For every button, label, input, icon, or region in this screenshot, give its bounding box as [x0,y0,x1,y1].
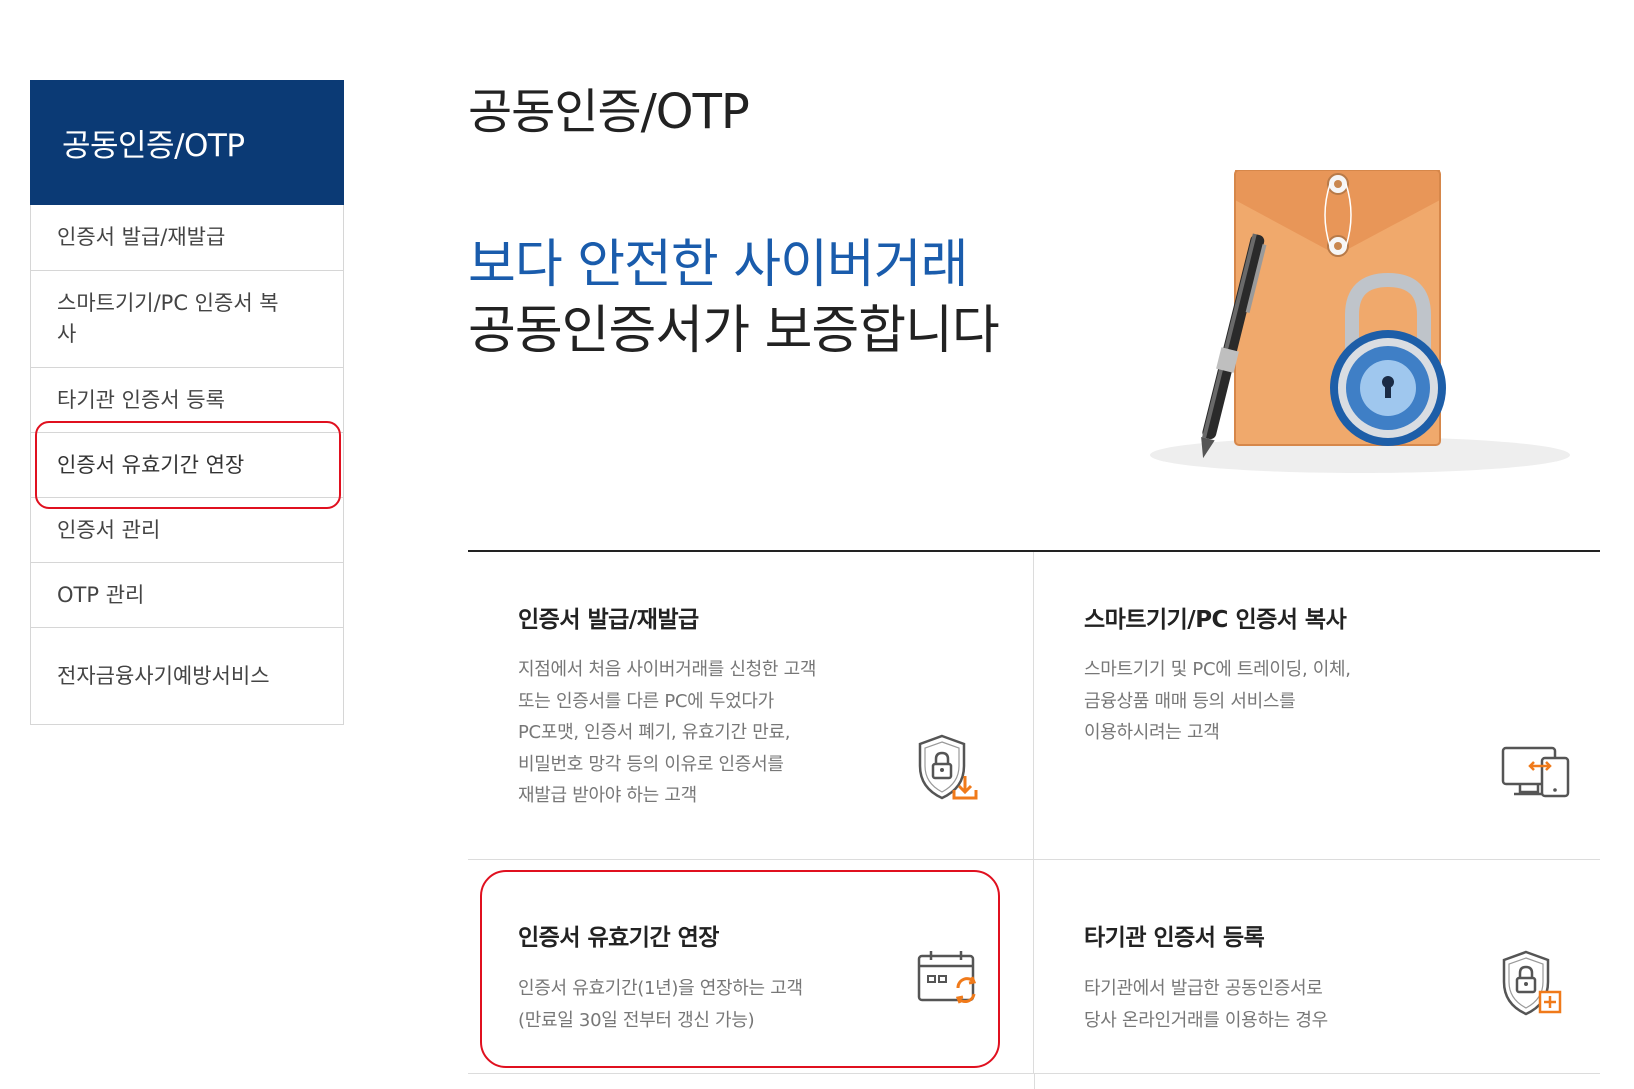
card-description: 지점에서 처음 사이버거래를 신청한 고객 또는 인증서를 다른 PC에 두었다… [518,654,816,812]
card-title: 스마트기기/PC 인증서 복사 [1084,607,1347,633]
card-title: 인증서 발급/재발급 [518,607,699,633]
card-grid-divider [1034,1074,1035,1089]
hero-subheadline: 공동인증서가 보증합니다 [468,301,1000,361]
card-issue[interactable]: 인증서 발급/재발급 지점에서 처음 사이버거래를 신청한 고객 또는 인증서를… [468,552,1034,860]
card-desc-line: PC포맷, 인증서 폐기, 유효기간 만료, [518,722,791,743]
sidebar-item-copy-label: 스마트기기/PC 인증서 복사 [57,291,279,346]
sidebar-item-fraud-label: 전자금융사기예방서비스 [57,663,270,688]
card-desc-line: 재발급 받아야 하는 고객 [518,785,697,806]
sidebar-item-issue[interactable]: 인증서 발급/재발급 [31,205,343,270]
card-description: 스마트기기 및 PC에 트레이딩, 이체, 금융상품 매매 등의 서비스를 이용… [1084,654,1351,749]
shield-lock-plus-icon [1502,950,1562,1016]
card-desc-line: 지점에서 처음 사이버거래를 신청한 고객 [518,659,817,680]
envelope-lock-pen-illustration [1150,170,1570,473]
sidebar-item-fraud-prevention[interactable]: 전자금융사기예방서비스 [31,627,343,724]
card-description: 타기관에서 발급한 공동인증서로 당사 온라인거래를 이용하는 경우 [1084,973,1328,1036]
sidebar: 공동인증/OTP 인증서 발급/재발급 스마트기기/PC 인증서 복사 타기관 … [30,80,344,725]
card-register[interactable]: 타기관 인증서 등록 타기관에서 발급한 공동인증서로 당사 온라인거래를 이용… [1034,860,1600,1074]
card-desc-line: 스마트기기 및 PC에 트레이딩, 이체, [1084,659,1351,680]
sidebar-item-otp[interactable]: OTP 관리 [31,562,343,627]
card-desc-line: 당사 온라인거래를 이용하는 경우 [1084,1009,1328,1031]
card-highlight-box [480,870,1000,1068]
sidebar-highlight-box [35,421,341,509]
card-desc-line: 이용하시려는 고객 [1084,722,1220,743]
sidebar-item-copy[interactable]: 스마트기기/PC 인증서 복사 [31,270,343,367]
card-title: 타기관 인증서 등록 [1084,925,1265,951]
card-copy[interactable]: 스마트기기/PC 인증서 복사 스마트기기 및 PC에 트레이딩, 이체, 금융… [1034,552,1600,860]
card-desc-line: 비밀번호 망각 등의 이유로 인증서를 [518,753,784,775]
monitor-phone-transfer-icon [1501,746,1570,798]
card-desc-line: 금융상품 매매 등의 서비스를 [1084,690,1296,712]
sidebar-title: 공동인증/OTP [30,80,344,205]
shield-lock-download-icon [918,734,978,800]
card-desc-line: 타기관에서 발급한 공동인증서로 [1084,978,1323,999]
page-title: 공동인증/OTP [468,84,750,140]
hero-headline: 보다 안전한 사이버거래 [468,235,968,295]
card-desc-line: 또는 인증서를 다른 PC에 두었다가 [518,690,774,712]
